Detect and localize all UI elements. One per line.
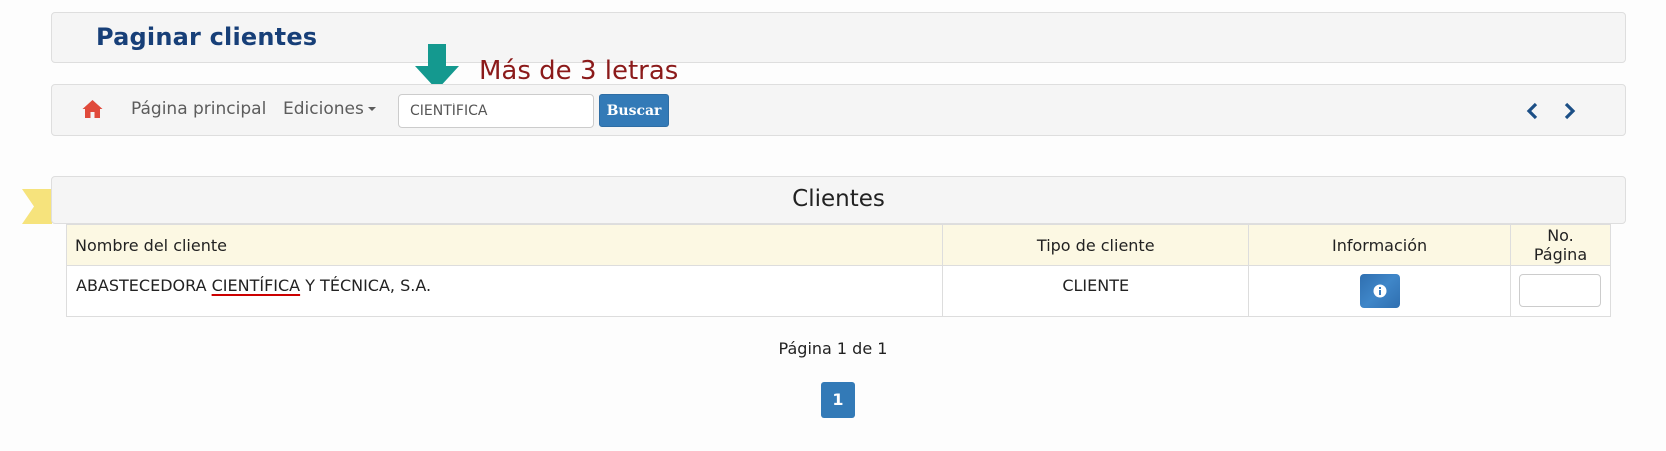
- column-header-info: Información: [1248, 224, 1511, 266]
- client-name-cell: ABASTECEDORA CIENTÍFICA Y TÉCNICA, S.A.: [65, 265, 944, 317]
- client-type-cell: CLIENTE: [942, 265, 1250, 317]
- home-icon[interactable]: [82, 99, 103, 119]
- client-name-suffix: Y TÉCNICA, S.A.: [300, 276, 432, 295]
- column-header-name: Nombre del cliente: [65, 224, 944, 266]
- column-header-type: Tipo de cliente: [942, 224, 1250, 266]
- info-icon: [1373, 284, 1387, 298]
- navbar: Página principal Ediciones Buscar: [51, 84, 1626, 136]
- page-number-cell: [1509, 265, 1612, 317]
- page-number-input[interactable]: [1519, 274, 1602, 307]
- nav-link-home[interactable]: Página principal: [131, 99, 266, 119]
- nav-dropdown-ediciones[interactable]: Ediciones: [283, 99, 376, 119]
- clients-title: Clientes: [792, 186, 885, 212]
- chevron-right-icon[interactable]: [1563, 102, 1577, 120]
- caret-down-icon: [367, 107, 376, 111]
- table-row: ABASTECEDORA CIENTÍFICA Y TÉCNICA, S.A. …: [65, 265, 1612, 317]
- ediciones-label: Ediciones: [283, 99, 364, 119]
- client-name-match: CIENTÍFICA: [211, 276, 301, 295]
- clients-header: Clientes: [51, 176, 1626, 224]
- clients-table: Nombre del cliente Tipo de cliente Infor…: [65, 224, 1612, 317]
- column-header-page-number: No. Página: [1509, 224, 1612, 266]
- chevron-left-icon[interactable]: [1525, 102, 1539, 120]
- page-1-button[interactable]: 1: [821, 382, 855, 418]
- client-info-cell: [1248, 265, 1511, 317]
- search-button[interactable]: Buscar: [599, 94, 669, 127]
- search-input[interactable]: [398, 94, 594, 128]
- pagination-info: Página 1 de 1: [778, 339, 888, 358]
- ribbon-tab: [22, 189, 52, 224]
- table-header-row: Nombre del cliente Tipo de cliente Infor…: [65, 224, 1612, 266]
- page-title: Paginar clientes: [96, 23, 318, 51]
- client-name-prefix: ABASTECEDORA: [76, 276, 212, 295]
- info-button[interactable]: [1359, 274, 1400, 308]
- hint-text: Más de 3 letras: [479, 56, 679, 86]
- title-panel: Paginar clientes: [51, 12, 1626, 63]
